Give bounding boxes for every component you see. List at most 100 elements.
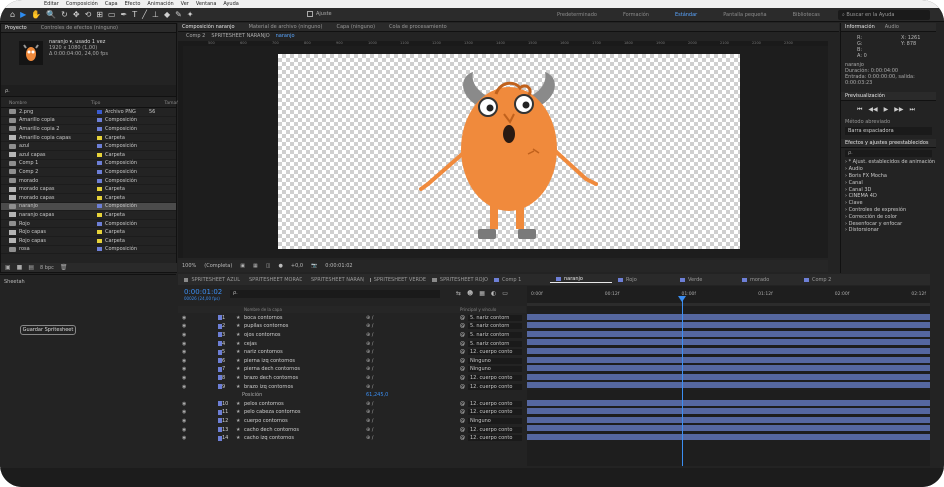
parent-select[interactable]: 12. cuerpo conto	[468, 400, 522, 407]
breadcrumb-item[interactable]: Comp 2	[186, 33, 205, 39]
layer-duration-bar[interactable]	[527, 313, 930, 320]
timeline-tab[interactable]: SPRITESHEET AZUL	[178, 277, 240, 283]
parent-select[interactable]: 5. nariz contorn	[468, 340, 522, 347]
layer-row[interactable]: ◉ 7 ★ pierna dech contornos ⊕ ∕ @ Ninguno	[178, 366, 526, 374]
pick-whip-icon[interactable]: @	[460, 323, 465, 329]
label-color-swatch[interactable]	[97, 247, 102, 252]
pick-whip-icon[interactable]: @	[460, 401, 465, 407]
layer-switches[interactable]: ⊕ ∕	[366, 332, 373, 338]
work-area-bar[interactable]	[527, 303, 930, 306]
layer-switches[interactable]: ⊕ ∕	[366, 323, 373, 329]
visibility-eye-icon[interactable]: ◉	[182, 435, 186, 441]
parent-select[interactable]: 12. cuerpo conto	[468, 374, 522, 381]
menu-item[interactable]: Composición	[66, 1, 98, 7]
layer-row[interactable]: ◉ 14 ★ cacho izq contornos ⊕ ∕ @12. cuerpo co…	[178, 434, 526, 442]
rotate-tool-icon[interactable]: ⟲	[85, 10, 92, 19]
layer-duration-bar[interactable]	[527, 373, 930, 380]
resolution-select[interactable]: (Completa)	[204, 263, 232, 269]
visibility-eye-icon[interactable]: ◉	[182, 323, 186, 329]
selection-tool-icon[interactable]: ▶	[20, 10, 26, 19]
timeline-tab[interactable]: SPRITESHEET VERDE	[364, 277, 426, 283]
label-color-swatch[interactable]	[97, 109, 102, 114]
orbit-tool-icon[interactable]: ↻	[61, 10, 68, 19]
effects-category[interactable]: › Boris FX Mocha	[841, 173, 936, 180]
pick-whip-icon[interactable]: @	[460, 341, 465, 347]
parent-select[interactable]: 12. cuerpo conto	[468, 435, 522, 442]
timeline-tab[interactable]: naranjo	[550, 276, 612, 283]
transparency-canvas[interactable]	[278, 54, 740, 249]
layer-duration-bar[interactable]	[527, 347, 930, 354]
layer-name[interactable]: pelos contornos	[244, 401, 284, 407]
effects-category[interactable]: › Desenfocar y enfocar	[841, 220, 936, 227]
layer-row[interactable]: ◉ 1 ★ boca contornos ⊕ ∕ @5. nariz contorn	[178, 314, 526, 322]
timeline-tab[interactable]: SPRITESHEET MORADO	[240, 277, 302, 283]
parent-select[interactable]: 5. nariz contorn	[468, 314, 522, 321]
layer-name[interactable]: brazo izq contornos	[244, 384, 293, 390]
label-color-swatch[interactable]	[97, 212, 102, 217]
project-item[interactable]: morado Composición	[1, 177, 176, 186]
graph-editor-icon[interactable]: ▭	[502, 290, 508, 297]
timeline-tracks[interactable]: 0:00f 00:12f 01:00f 01:12f 02:00f 02:12f	[527, 286, 930, 466]
playhead[interactable]	[682, 296, 683, 466]
tab-effect-controls[interactable]: Controles de efectos (ninguno)	[41, 25, 118, 31]
effects-category[interactable]: › Canal	[841, 179, 936, 186]
shy-layers-icon[interactable]: ☻	[467, 290, 473, 297]
effects-category[interactable]: › Distorsionar	[841, 227, 936, 234]
layer-name[interactable]: boca contornos	[244, 315, 282, 321]
brush-tool-icon[interactable]: ╱	[142, 10, 147, 19]
parent-select[interactable]: 12. cuerpo conto	[468, 409, 522, 416]
layer-name[interactable]: cacho izq contornos	[244, 435, 294, 441]
layer-row[interactable]: ◉ 9 ★ brazo izq contornos ⊕ ∕ @12. cuerpo con…	[178, 383, 526, 391]
new-comp-icon[interactable]: ▤	[28, 264, 34, 271]
effects-category[interactable]: › Canal 3D	[841, 186, 936, 193]
layer-name[interactable]: cejas	[244, 341, 257, 347]
pick-whip-icon[interactable]: @	[460, 427, 465, 433]
layer-name[interactable]: pupilas contornos	[244, 323, 288, 329]
timeline-tab[interactable]: Comp 1	[488, 277, 550, 283]
pan-behind-icon[interactable]: ⊞	[96, 10, 103, 19]
timeline-tab[interactable]: morado	[736, 277, 798, 283]
layer-row[interactable]: ◉ 10 ★ pelos contornos ⊕ ∕ @12. cuerpo conto	[178, 400, 526, 408]
visibility-eye-icon[interactable]: ◉	[182, 418, 186, 424]
zoom-tool-icon[interactable]: 🔍	[46, 10, 56, 19]
timeline-current-time[interactable]: 0:00:01:02	[184, 288, 222, 296]
layer-name[interactable]: ojos contornos	[244, 332, 281, 338]
layer-duration-bar[interactable]	[527, 365, 930, 372]
label-color-swatch[interactable]	[97, 169, 102, 174]
menu-item[interactable]: Animación	[147, 1, 173, 7]
next-frame-icon[interactable]: ▶▶	[894, 106, 903, 114]
layer-name[interactable]: nariz contornos	[244, 349, 283, 355]
visibility-eye-icon[interactable]: ◉	[182, 401, 186, 407]
visibility-eye-icon[interactable]: ◉	[182, 332, 186, 338]
menu-item[interactable]: Editar	[44, 1, 59, 7]
parent-select[interactable]: 12. cuerpo conto	[468, 426, 522, 433]
workspace-item[interactable]: Estándar	[675, 12, 697, 18]
layer-duration-bar[interactable]	[527, 399, 930, 406]
project-item[interactable]: azul capas Carpeta	[1, 151, 176, 160]
effects-category[interactable]: › * Ajust. establecidos de animación	[841, 159, 936, 166]
layer-switches[interactable]: ⊕ ∕	[366, 315, 373, 321]
project-item[interactable]: Amarillo copia capas Carpeta	[1, 134, 176, 143]
column-layer-name[interactable]: Nombre de la capa	[244, 307, 282, 312]
timeline-search-input[interactable]: ρ.	[230, 290, 440, 298]
visibility-eye-icon[interactable]: ◉	[182, 341, 186, 347]
text-tool-icon[interactable]: T	[132, 10, 137, 19]
shortcut-select[interactable]: Barra espaciadora	[845, 127, 932, 135]
project-item[interactable]: Amarillo copia 2 Composición	[1, 125, 176, 134]
column-type[interactable]: Tipo	[91, 101, 100, 106]
column-parent[interactable]: Principal y vínculo	[460, 307, 496, 312]
current-time-display[interactable]: 0:00:01:02	[325, 263, 352, 269]
prev-frame-icon[interactable]: ◀◀	[868, 106, 877, 114]
menu-item[interactable]: Ver	[181, 1, 189, 7]
pick-whip-icon[interactable]: @	[460, 315, 465, 321]
project-item[interactable]: azul Composición	[1, 142, 176, 151]
label-color-swatch[interactable]	[97, 135, 102, 140]
comp-panel-tab[interactable]: Capa (ninguno)	[336, 24, 375, 30]
project-item[interactable]: Comp 2 Composición	[1, 168, 176, 177]
visibility-eye-icon[interactable]: ◉	[182, 384, 186, 390]
timeline-tab[interactable]: Comp 2	[798, 277, 860, 283]
layer-switches[interactable]: ⊕ ∕	[366, 409, 373, 415]
puppet-tool-icon[interactable]: ✦	[187, 10, 194, 19]
layer-name[interactable]: cacho dech contornos	[244, 427, 299, 433]
effects-category[interactable]: › Corrección de color	[841, 213, 936, 220]
